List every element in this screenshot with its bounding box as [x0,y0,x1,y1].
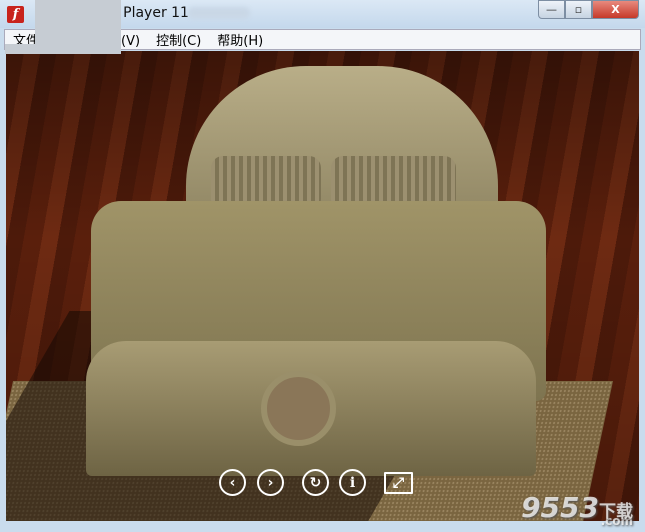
menu-control[interactable]: 控制(C) [156,30,201,49]
footboard-medallion [261,371,336,446]
watermark: 9553下载 .com [521,491,633,528]
close-button[interactable]: X [592,0,639,19]
maximize-button[interactable]: ▫ [565,0,592,19]
rotate-icon[interactable]: ↻ [302,469,329,496]
fullscreen-icon[interactable]: ⤢ [384,472,413,494]
redaction-box [5,44,121,54]
previous-icon[interactable]: ‹ [219,469,246,496]
flash-stage[interactable]: ‹ › ↻ i ⤢ [6,51,639,521]
blurred-title-text [188,7,250,19]
next-icon[interactable]: › [257,469,284,496]
menu-help[interactable]: 帮助(H) [217,30,263,49]
flash-icon: f [7,6,24,23]
info-icon[interactable]: i [339,469,366,496]
minimize-button[interactable]: — [538,0,565,19]
